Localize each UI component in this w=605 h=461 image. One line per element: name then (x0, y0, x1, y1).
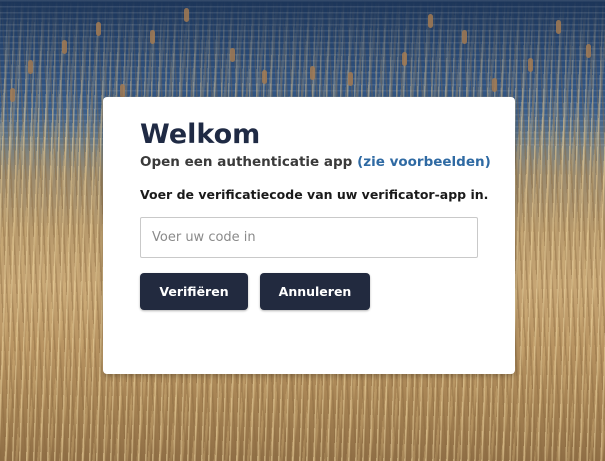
login-dialog: Welkom Open een authenticatie app (zie v… (103, 97, 515, 374)
verify-button[interactable]: Verifiëren (140, 273, 248, 310)
examples-link[interactable]: (zie voorbeelden) (357, 154, 491, 170)
background-photo: Welkom Open een authenticatie app (zie v… (0, 0, 605, 461)
verification-code-input[interactable] (140, 217, 478, 258)
dialog-title: Welkom (140, 119, 261, 150)
cancel-button[interactable]: Annuleren (260, 273, 370, 310)
dialog-subtitle: Open een authenticatie app (zie voorbeel… (140, 154, 491, 170)
instruction-text: Voer de verificatiecode van uw verificat… (140, 187, 489, 202)
subtitle-text: Open een authenticatie app (140, 154, 358, 170)
